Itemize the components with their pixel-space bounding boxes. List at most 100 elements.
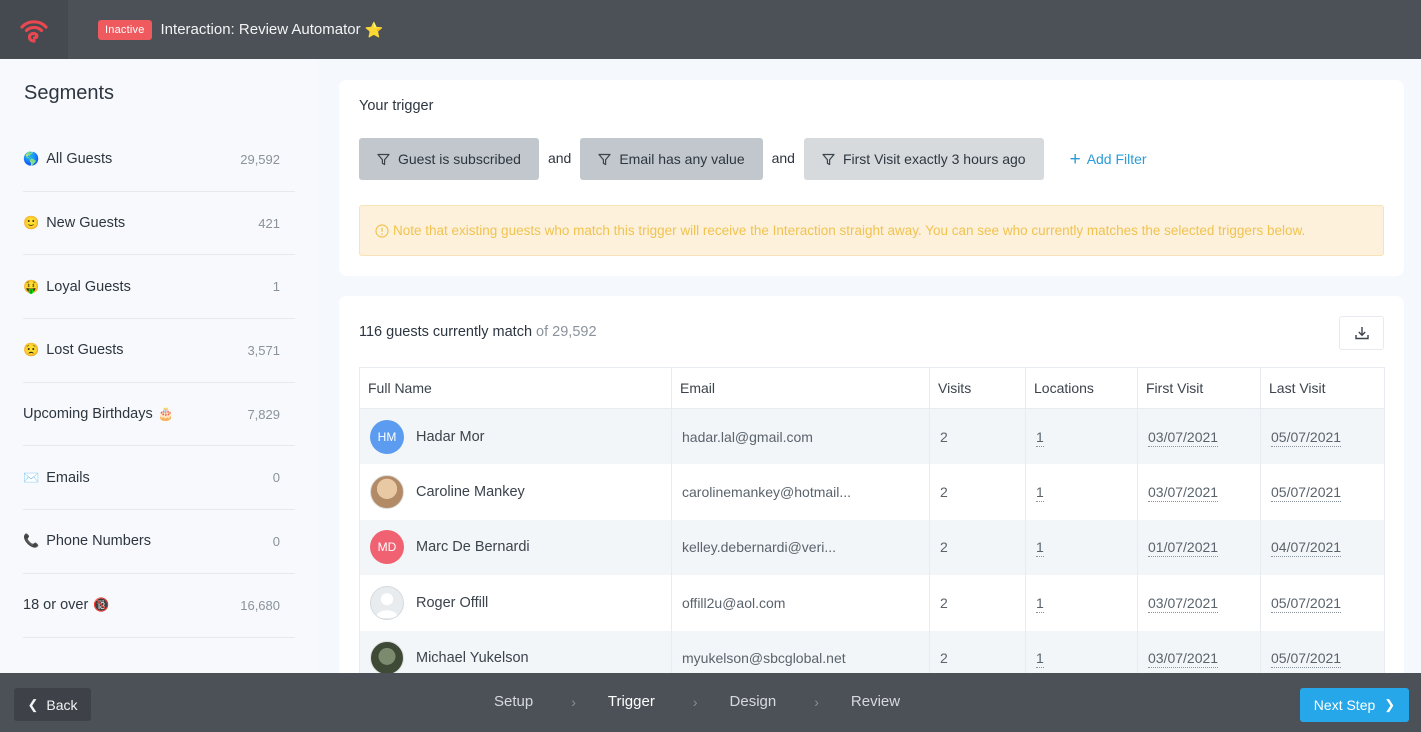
segment-label: 18 or over: [23, 597, 89, 614]
segment-label-group: 🤑 Loyal Guests: [23, 279, 131, 295]
back-button[interactable]: ❮ Back: [14, 688, 91, 721]
filter-chip-first-visit[interactable]: First Visit exactly 3 hours ago: [803, 138, 1044, 180]
segment-list: 🌎 All Guests 29,592 🙂 New Guests 421 🤑 Loyal Gu…: [23, 128, 295, 638]
match-total: of 29,592: [536, 324, 597, 340]
first-visit-value[interactable]: 03/07/2021: [1148, 428, 1219, 447]
segment-item[interactable]: 18 or over 🔞 16,680: [23, 574, 295, 638]
locations-value[interactable]: 1: [1036, 428, 1044, 447]
guest-name[interactable]: Hadar Mor: [416, 429, 485, 445]
guest-name[interactable]: Michael Yukelson: [416, 650, 529, 666]
segment-label-group: 🙂 New Guests: [23, 215, 125, 231]
guest-name[interactable]: Roger Offill: [416, 595, 488, 611]
segment-emoji-icon: 🙂: [23, 215, 40, 231]
match-count-text: 116 guests currently match: [359, 324, 533, 340]
segment-label-group: 📞 Phone Numbers: [23, 533, 151, 549]
segment-label: Emails: [46, 469, 90, 486]
first-visit-value[interactable]: 03/07/2021: [1148, 594, 1219, 613]
cell-full-name: HM Hadar Mor: [359, 408, 672, 464]
last-visit-value[interactable]: 05/07/2021: [1271, 483, 1342, 502]
name-cell-content: MD Marc De Bernardi: [370, 530, 671, 565]
notice-text: Note that existing guests who match this…: [393, 223, 1306, 238]
wifi-logo-icon: [20, 19, 48, 43]
column-header-full-name[interactable]: Full Name: [359, 367, 672, 409]
step-review[interactable]: Review: [851, 693, 900, 710]
next-step-button[interactable]: Next Step ❯: [1300, 688, 1409, 722]
segment-item[interactable]: 🤑 Loyal Guests 1: [23, 255, 295, 320]
segment-item[interactable]: 😟 Lost Guests 3,571: [23, 319, 295, 383]
cell-last-visit: 04/07/2021: [1260, 519, 1385, 575]
top-header: Inactive Interaction: Review Automator ⭐: [0, 0, 1421, 59]
segment-emoji-icon: 🌎: [23, 151, 40, 167]
app-logo[interactable]: [0, 0, 68, 59]
cell-first-visit: 03/07/2021: [1137, 464, 1261, 520]
cell-email: offill2u@aol.com: [671, 575, 930, 631]
filter-chip-subscribed[interactable]: Guest is subscribed: [359, 138, 539, 180]
chevron-right-icon: ›: [571, 693, 576, 710]
cell-email: hadar.lal@gmail.com: [671, 408, 930, 464]
cell-visits: 2: [929, 408, 1026, 464]
guest-name[interactable]: Caroline Mankey: [416, 484, 525, 500]
segment-count: 3,571: [247, 342, 280, 358]
guests-table: Full Name Email Visits Locations First V…: [359, 367, 1385, 686]
avatar: HM: [370, 419, 404, 454]
column-header-email[interactable]: Email: [671, 367, 930, 409]
step-setup[interactable]: Setup: [494, 693, 533, 710]
cell-full-name: MD Marc De Bernardi: [359, 519, 672, 575]
guest-name[interactable]: Marc De Bernardi: [416, 539, 530, 555]
trigger-notice: Note that existing guests who match this…: [359, 205, 1384, 256]
first-visit-value[interactable]: 03/07/2021: [1148, 650, 1219, 669]
last-visit-value[interactable]: 04/07/2021: [1271, 539, 1342, 558]
filter-chip-email[interactable]: Email has any value: [580, 138, 763, 180]
filter-row: Guest is subscribed and Email has any va…: [359, 138, 1147, 180]
cell-visits: 2: [929, 575, 1026, 631]
last-visit-value[interactable]: 05/07/2021: [1271, 594, 1342, 613]
step-trigger[interactable]: Trigger: [608, 693, 655, 710]
email-value: offill2u@aol.com: [682, 594, 786, 611]
first-visit-value[interactable]: 01/07/2021: [1148, 539, 1219, 558]
wizard-footer: ❮ Back Setup › Trigger › Design › Review Next …: [0, 673, 1421, 732]
back-label: Back: [46, 696, 78, 713]
column-header-last-visit[interactable]: Last Visit: [1260, 367, 1385, 409]
add-filter-button[interactable]: + Add Filter: [1070, 150, 1147, 169]
segment-emoji-icon: 📞: [23, 533, 40, 549]
segment-count: 1: [272, 279, 280, 295]
segment-emoji-icon: 😟: [23, 342, 40, 358]
filter-label: Guest is subscribed: [398, 151, 521, 167]
segment-item[interactable]: 📞 Phone Numbers 0: [23, 510, 295, 574]
email-value: hadar.lal@gmail.com: [682, 428, 813, 445]
segment-item[interactable]: ✉️ Emails 0: [23, 446, 295, 511]
segment-count: 421: [258, 215, 280, 231]
segment-item[interactable]: 🙂 New Guests 421: [23, 192, 295, 256]
table-row[interactable]: Roger Offill offill2u@aol.com 2 1 03/07/2021…: [359, 575, 1385, 631]
segment-label-group: 🌎 All Guests: [23, 151, 112, 167]
segment-count: 29,592: [240, 151, 280, 167]
segment-item[interactable]: 🌎 All Guests 29,592: [23, 128, 295, 192]
column-header-locations[interactable]: Locations: [1025, 367, 1138, 409]
step-design[interactable]: Design: [730, 693, 777, 710]
download-button[interactable]: [1339, 316, 1384, 350]
last-visit-value[interactable]: 05/07/2021: [1271, 428, 1342, 447]
cell-locations: 1: [1025, 464, 1138, 520]
column-header-visits[interactable]: Visits: [929, 367, 1026, 409]
download-icon: [1354, 327, 1369, 340]
column-header-first-visit[interactable]: First Visit: [1137, 367, 1261, 409]
segment-emoji-icon: ✉️: [23, 469, 40, 485]
segment-label: Loyal Guests: [46, 278, 131, 295]
table-row[interactable]: Caroline Mankey carolinemankey@hotmail...…: [359, 464, 1385, 520]
table-header-row: Full Name Email Visits Locations First V…: [359, 367, 1385, 409]
table-row[interactable]: MD Marc De Bernardi kelley.debernardi@veri…: [359, 519, 1385, 575]
visits-value: 2: [940, 539, 948, 556]
avatar-photo: [370, 641, 404, 676]
add-filter-label: Add Filter: [1086, 151, 1147, 167]
segment-item[interactable]: Upcoming Birthdays 🎂 7,829: [23, 383, 295, 447]
locations-value[interactable]: 1: [1036, 483, 1044, 502]
table-row[interactable]: HM Hadar Mor hadar.lal@gmail.com 2 1 03/07/20…: [359, 408, 1385, 464]
last-visit-value[interactable]: 05/07/2021: [1271, 650, 1342, 669]
locations-value[interactable]: 1: [1036, 650, 1044, 669]
locations-value[interactable]: 1: [1036, 594, 1044, 613]
locations-value[interactable]: 1: [1036, 539, 1044, 558]
first-visit-value[interactable]: 03/07/2021: [1148, 483, 1219, 502]
cell-locations: 1: [1025, 575, 1138, 631]
segment-label-group: 18 or over 🔞: [23, 597, 109, 613]
cell-first-visit: 03/07/2021: [1137, 575, 1261, 631]
